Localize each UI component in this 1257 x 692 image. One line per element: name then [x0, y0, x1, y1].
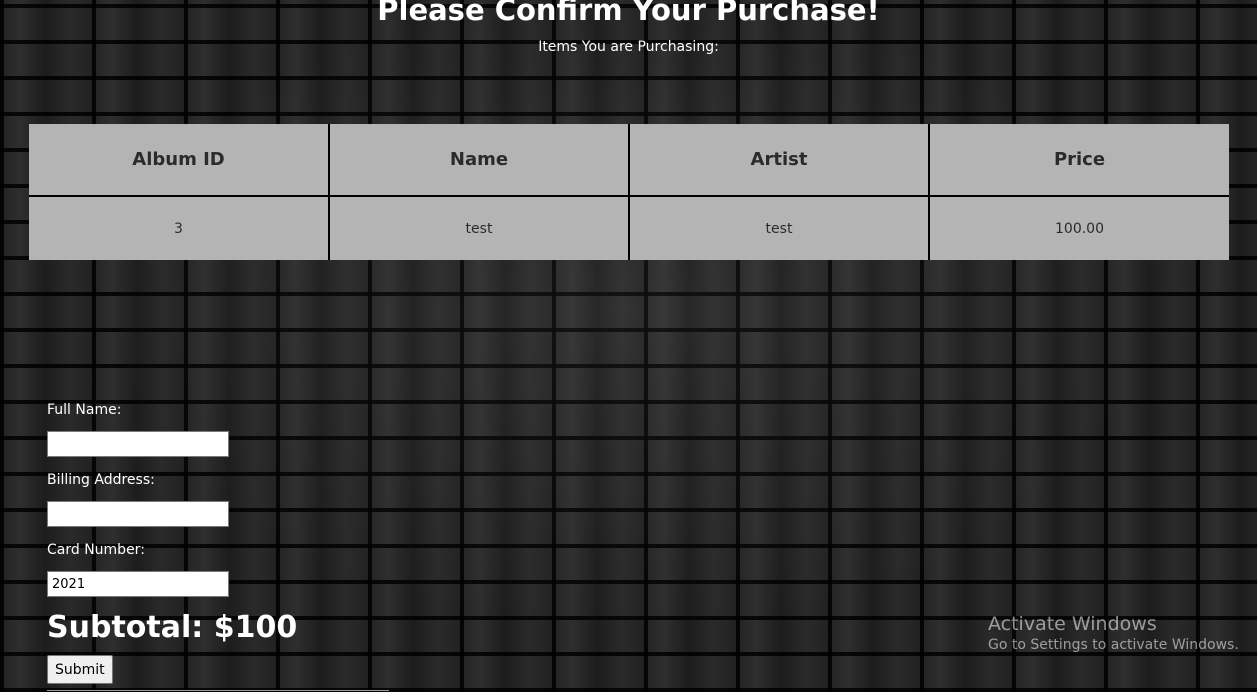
- column-header-price: Price: [928, 124, 1229, 197]
- purchase-items-table: Album ID Name Artist Price 3 test test 1…: [29, 124, 1229, 260]
- watermark-subtitle: Go to Settings to activate Windows.: [988, 637, 1239, 653]
- divider: [47, 690, 389, 691]
- card-number-label: Card Number:: [47, 542, 145, 558]
- page-title: Please Confirm Your Purchase!: [377, 0, 880, 27]
- full-name-label: Full Name:: [47, 402, 122, 418]
- activate-windows-watermark: Activate Windows Go to Settings to activ…: [988, 612, 1239, 654]
- cell-name: test: [328, 195, 630, 260]
- full-name-input[interactable]: [47, 431, 229, 457]
- table-header-row: Album ID Name Artist Price: [29, 124, 1229, 197]
- billing-address-label: Billing Address:: [47, 472, 155, 488]
- card-number-input[interactable]: [47, 571, 229, 597]
- cell-album-id: 3: [29, 195, 330, 260]
- table-row: 3 test test 100.00: [29, 195, 1229, 260]
- column-header-album-id: Album ID: [29, 124, 330, 197]
- subtotal-text: Subtotal: $100: [47, 610, 298, 645]
- cell-artist: test: [628, 195, 930, 260]
- submit-button[interactable]: Submit: [47, 655, 113, 684]
- watermark-title: Activate Windows: [988, 613, 1157, 635]
- column-header-artist: Artist: [628, 124, 930, 197]
- items-subtitle: Items You are Purchasing:: [538, 39, 719, 55]
- checkout-page: { "page": { "title": "Please Confirm You…: [0, 0, 1257, 692]
- cell-price: 100.00: [928, 195, 1229, 260]
- billing-address-input[interactable]: [47, 501, 229, 527]
- column-header-name: Name: [328, 124, 630, 197]
